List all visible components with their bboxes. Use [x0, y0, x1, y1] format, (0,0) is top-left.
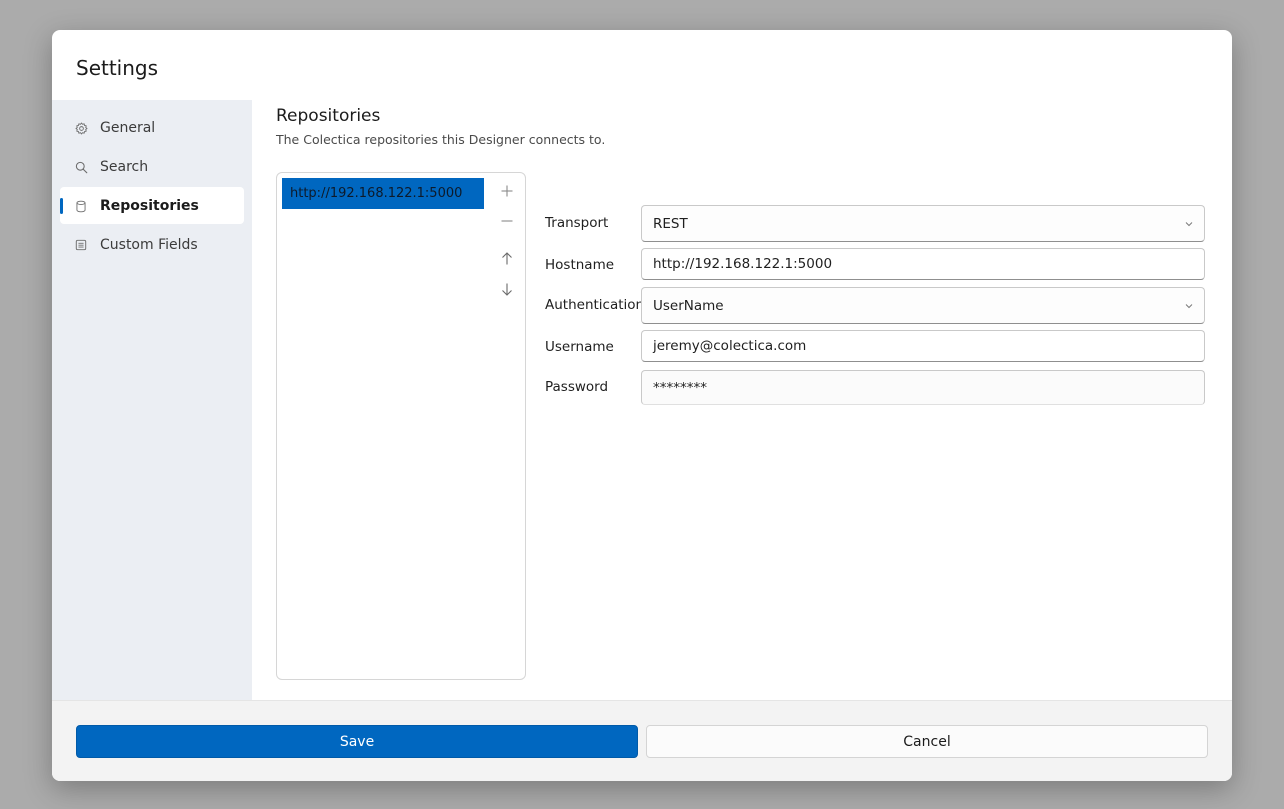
add-button[interactable]	[496, 180, 518, 202]
chevron-down-icon	[1185, 222, 1193, 227]
sidebar-item-general[interactable]: General	[60, 109, 244, 146]
section-description: The Colectica repositories this Designer…	[276, 132, 606, 147]
password-label: Password	[545, 379, 609, 395]
password-input[interactable]: ********	[641, 370, 1205, 405]
sidebar-item-label: Custom Fields	[100, 236, 198, 253]
transport-label: Transport	[545, 215, 609, 231]
move-down-button[interactable]	[496, 278, 518, 300]
sidebar-item-search[interactable]: Search	[60, 148, 244, 185]
list-item[interactable]: http://192.168.122.1:5000	[282, 178, 484, 209]
sidebar: General Search Repositories Custom Field…	[52, 100, 252, 700]
hostname-input[interactable]: http://192.168.122.1:5000	[641, 248, 1205, 280]
dialog-footer: Save Cancel	[52, 700, 1232, 781]
database-icon	[74, 199, 88, 213]
username-label: Username	[545, 339, 614, 355]
repositories-panel: Repositories The Colectica repositories …	[252, 100, 1232, 700]
sidebar-item-custom-fields[interactable]: Custom Fields	[60, 226, 244, 263]
arrow-down-icon	[502, 283, 512, 296]
sidebar-item-label: Repositories	[100, 197, 199, 214]
list-icon	[74, 238, 88, 252]
move-up-button[interactable]	[496, 247, 518, 269]
cancel-button[interactable]: Cancel	[646, 725, 1208, 758]
transport-select[interactable]: REST	[641, 205, 1205, 242]
chevron-down-icon	[1185, 304, 1193, 309]
password-value: ********	[653, 379, 707, 396]
sidebar-item-repositories[interactable]: Repositories	[60, 187, 244, 224]
gear-icon	[74, 121, 88, 135]
search-icon	[74, 160, 88, 174]
username-value: jeremy@colectica.com	[653, 338, 807, 354]
remove-button[interactable]	[496, 210, 518, 232]
authentication-select[interactable]: UserName	[641, 287, 1205, 324]
hostname-value: http://192.168.122.1:5000	[653, 256, 833, 272]
authentication-value: UserName	[653, 297, 724, 314]
username-input[interactable]: jeremy@colectica.com	[641, 330, 1205, 362]
hostname-label: Hostname	[545, 257, 615, 273]
remove-icon	[501, 220, 513, 222]
save-button[interactable]: Save	[76, 725, 638, 758]
arrow-up-icon	[502, 251, 512, 264]
sidebar-item-label: Search	[100, 158, 149, 175]
settings-dialog: Settings General Search Repositories Cus…	[52, 30, 1232, 781]
add-icon	[501, 185, 513, 197]
transport-value: REST	[653, 215, 688, 232]
authentication-label: Authentication	[545, 297, 645, 313]
sidebar-item-label: General	[100, 119, 156, 136]
repository-list[interactable]: http://192.168.122.1:5000	[276, 172, 526, 680]
section-title: Repositories	[276, 106, 381, 126]
dialog-title: Settings	[76, 56, 159, 80]
